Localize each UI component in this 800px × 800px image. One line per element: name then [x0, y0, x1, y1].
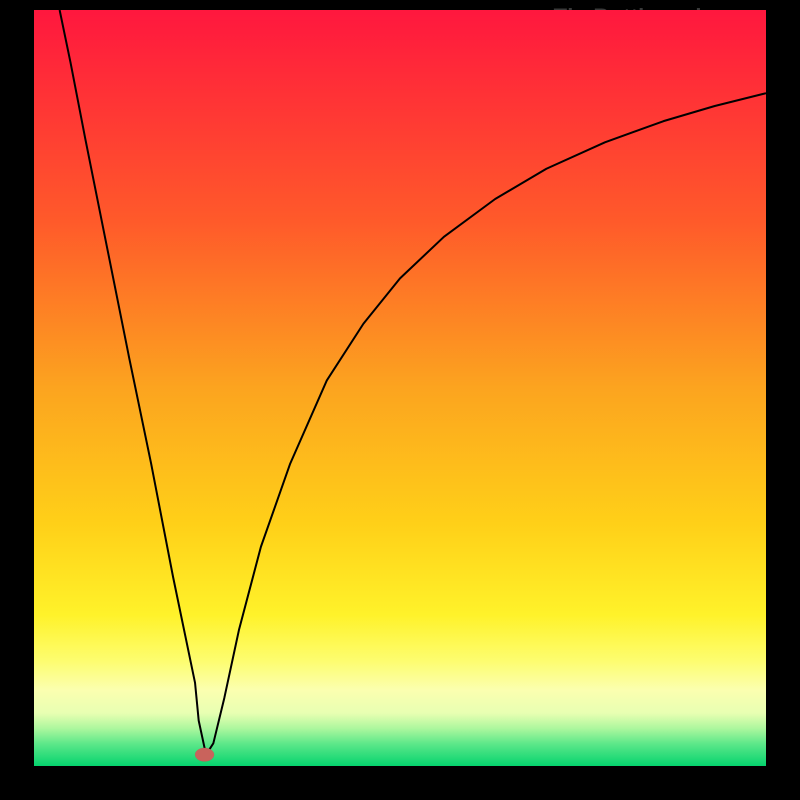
chart-stage: TheBottleneck.com	[0, 0, 800, 800]
chart-svg	[34, 10, 766, 766]
plot-area	[34, 10, 766, 766]
minimum-marker	[195, 748, 214, 762]
